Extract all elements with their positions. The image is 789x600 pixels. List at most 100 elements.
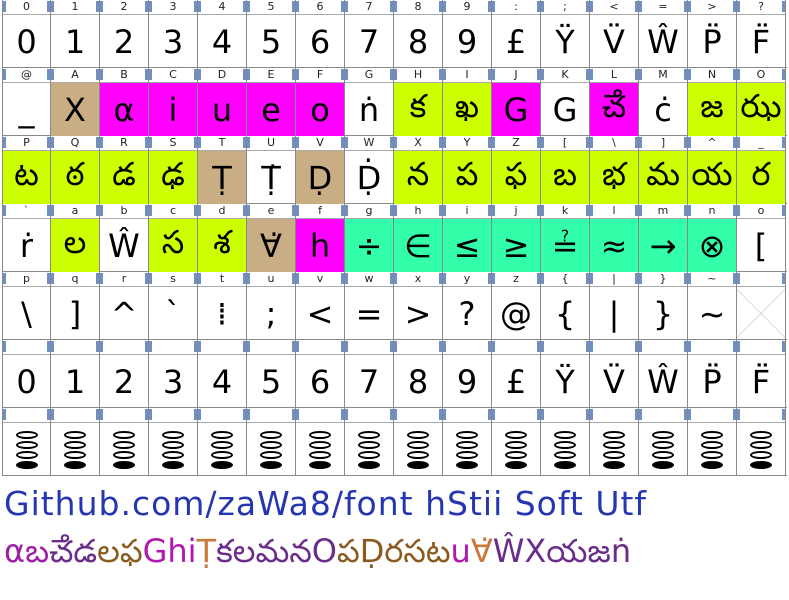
cell-key-label: B xyxy=(100,68,148,83)
cell-key-label: 9 xyxy=(443,0,491,15)
glyph-cell: i ≤ xyxy=(443,204,492,272)
cell-glyph: [ xyxy=(754,226,768,265)
glyph-cell: e ∀̇ xyxy=(247,204,296,272)
glyph-cell: P̈ xyxy=(688,340,737,408)
cell-glyph: Ŵ xyxy=(108,226,140,265)
glyph-cell: p \ xyxy=(2,272,51,340)
cell-key-label: } xyxy=(639,272,687,287)
glyph-cell: t ⁞ xyxy=(198,272,247,340)
cell-key-label: z xyxy=(492,272,540,287)
cell-glyph: శ xyxy=(198,219,246,272)
cell-glyph: F̈ xyxy=(751,22,771,61)
dots-icon xyxy=(260,430,282,469)
cell-glyph: క xyxy=(394,83,442,136)
cell-glyph xyxy=(443,423,491,476)
dots-icon xyxy=(701,430,723,469)
cell-glyph: _ xyxy=(18,90,35,129)
dots-icon xyxy=(113,430,135,469)
grid-row xyxy=(2,408,787,476)
sample-segment: యజṅ xyxy=(546,532,632,570)
glyph-cell: ; Ÿ xyxy=(541,0,590,68)
cell-key-label xyxy=(737,340,785,355)
cell-key-label: _ xyxy=(737,136,785,151)
cell-glyph: ఝ xyxy=(737,83,785,136)
cell-glyph xyxy=(737,287,785,340)
cell-key-label: 8 xyxy=(394,0,442,15)
cell-key-label: I xyxy=(443,68,491,83)
cell-key-label xyxy=(443,340,491,355)
sample-segment: αబ xyxy=(4,532,50,570)
cell-glyph: ṅ xyxy=(358,90,380,129)
dots-icon xyxy=(750,430,772,469)
cell-glyph: u xyxy=(198,83,246,136)
cell-glyph: 8 xyxy=(407,22,429,61)
sample-segment: Ṭ xyxy=(196,532,217,570)
cell-key-label xyxy=(51,408,99,423)
glyph-cell: 7 xyxy=(345,340,394,408)
cell-key-label xyxy=(541,340,589,355)
cell-glyph: 5 xyxy=(260,22,282,61)
cell-glyph xyxy=(198,423,246,476)
glyph-cell: cస xyxy=(149,204,198,272)
cell-key-label xyxy=(51,340,99,355)
glyph-cell: Oఝ xyxy=(737,68,786,136)
cell-glyph: Ḍ̇ xyxy=(356,158,382,197)
glyph-cell: fh xyxy=(296,204,345,272)
glyph-cell xyxy=(345,408,394,476)
cell-glyph: ∀̇ xyxy=(247,219,295,272)
cell-glyph: h xyxy=(296,219,344,272)
glyph-cell: KG xyxy=(541,68,590,136)
cell-key-label: ? xyxy=(737,0,785,15)
glyph-cell: U Ṭ̇ xyxy=(247,136,296,204)
cell-key-label: : xyxy=(492,0,540,15)
cell-key-label: S xyxy=(149,136,197,151)
cell-glyph: 9 xyxy=(456,362,478,401)
cell-key-label xyxy=(492,340,540,355)
cell-key-label xyxy=(149,340,197,355)
glyph-cell xyxy=(443,408,492,476)
dots-icon xyxy=(211,430,233,469)
glyph-cell: Pట xyxy=(2,136,51,204)
glyph-cell: 66 xyxy=(296,0,345,68)
cell-key-label: H xyxy=(394,68,442,83)
glyph-cell: < V̈ xyxy=(590,0,639,68)
cell-glyph: 7 xyxy=(358,22,380,61)
cell-key-label: h xyxy=(394,204,442,219)
cell-key-label: 2 xyxy=(100,0,148,15)
cell-glyph: = xyxy=(355,294,383,333)
cell-key-label: X xyxy=(394,136,442,151)
glyph-cell: Du xyxy=(198,68,247,136)
cell-glyph: Ŵ xyxy=(647,22,679,61)
glyph-cell: = Ŵ xyxy=(639,0,688,68)
dots-icon xyxy=(64,430,86,469)
glyph-cell: j ≥ xyxy=(492,204,541,272)
cell-key-label xyxy=(737,272,785,287)
glyph-cell: Xన xyxy=(394,136,443,204)
glyph-cell: V̈ xyxy=(590,340,639,408)
cell-glyph: ఫ xyxy=(492,151,540,204)
cell-key-label: | xyxy=(590,272,638,287)
glyph-cell xyxy=(737,408,786,476)
cell-glyph: ċ xyxy=(654,90,672,129)
cell-glyph: న xyxy=(394,151,442,204)
glyph-cell: AX xyxy=(51,68,100,136)
glyph-cell: 55 xyxy=(247,0,296,68)
cell-glyph: → xyxy=(639,219,687,272)
cell-glyph: @ xyxy=(500,294,532,333)
cell-glyph: ≟ xyxy=(541,219,589,272)
cell-key-label: n xyxy=(688,204,736,219)
cell-glyph: 3 xyxy=(162,22,184,61)
cell-key-label: ~ xyxy=(688,272,736,287)
cell-glyph: 0 xyxy=(16,22,37,61)
cell-key-label: M xyxy=(639,68,687,83)
cell-glyph: ల xyxy=(51,219,99,272)
sample-segment: u xyxy=(450,532,471,570)
glyph-cell: l ≈ xyxy=(590,204,639,272)
glyph-cell: ` ṙ xyxy=(2,204,51,272)
grid-row: 0 1 2 3 4 5 6 7 8 9 £ Ÿ V̈ Ŵ P̈ F̈ xyxy=(2,340,787,408)
cell-key-label: E xyxy=(247,68,295,83)
cell-key-label: t xyxy=(198,272,246,287)
cell-key-label: w xyxy=(345,272,393,287)
cell-glyph: P̈ xyxy=(702,362,722,401)
cell-glyph: భ xyxy=(590,151,638,204)
